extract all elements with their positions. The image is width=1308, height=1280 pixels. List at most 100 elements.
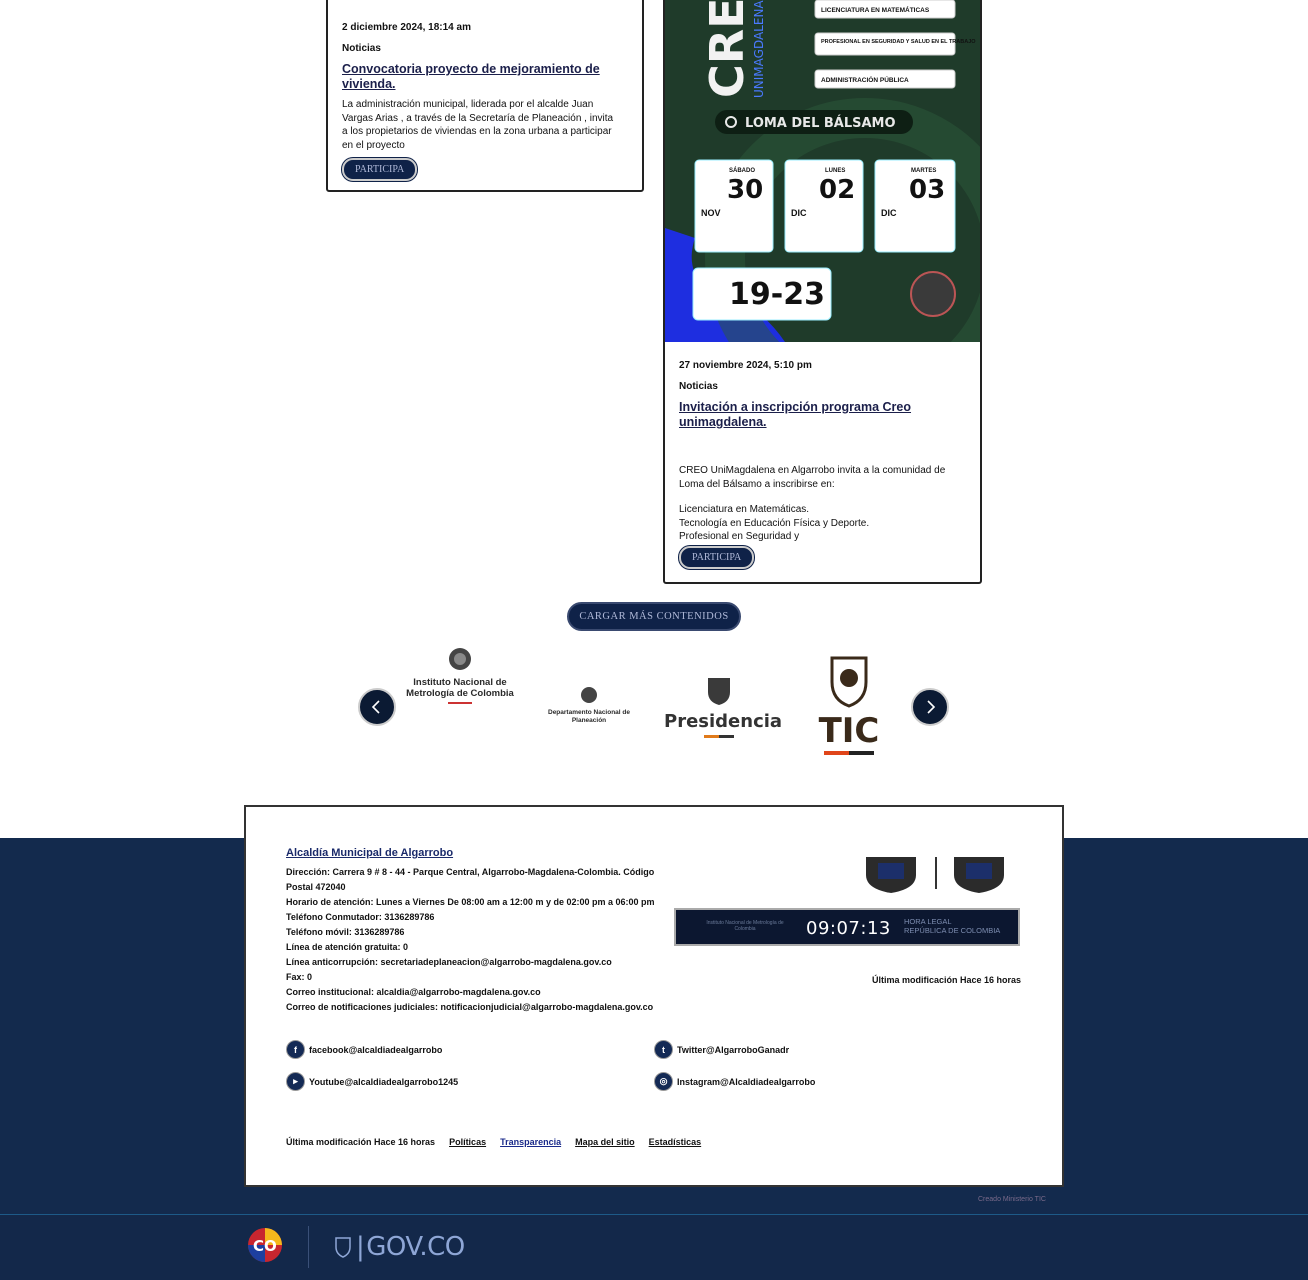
poster-range: 19-23 — [692, 267, 832, 321]
logo-dnp[interactable]: Departamento Nacional de Planeación — [545, 686, 633, 725]
svg-text:ADMINISTRACIÓN PÚBLICA: ADMINISTRACIÓN PÚBLICA — [821, 75, 909, 84]
svg-text:MARTES: MARTES — [911, 168, 936, 174]
poster-graphic: CREO UNIMAGDALENA EN ALGARROBO LICENCIAT… — [665, 0, 980, 342]
shield-icon — [449, 648, 471, 670]
card-summary-line: Vargas Arias , a través de la Secretaría… — [342, 112, 614, 124]
card-program-line: Licenciatura en Matemáticas. — [679, 504, 810, 515]
co-logo-text: CO — [253, 1237, 277, 1255]
shield-icon — [335, 1237, 351, 1258]
participa-button[interactable]: PARTICIPA — [342, 158, 418, 181]
svg-text:30: 30 — [727, 175, 763, 205]
svg-text:DIC: DIC — [881, 208, 897, 218]
poster-seal-icon — [910, 271, 956, 317]
logo-inm-label: Instituto Nacional de Metrología de Colo… — [406, 677, 514, 699]
govco-bar — [0, 1214, 1308, 1280]
svg-text:DIC: DIC — [791, 208, 807, 218]
footer-contact-info: Dirección: Carrera 9 # 8 - 44 - Parque C… — [286, 865, 670, 1015]
card-date: 2 diciembre 2024, 18:14 am — [342, 22, 471, 33]
shield-icon — [866, 857, 916, 893]
credit-mintic[interactable]: Creado Ministerio TIC — [978, 1196, 1046, 1203]
poster-program-2: PROFESIONAL EN SEGURIDAD Y SALUD EN EL T… — [814, 32, 976, 56]
social-twitter-label: Twitter@AlgarroboGanadr — [677, 1044, 790, 1055]
load-more-button[interactable]: CARGAR MÁS CONTENIDOS — [567, 602, 741, 631]
footer-email: Correo institucional: alcaldia@algarrobo… — [286, 987, 541, 997]
svg-text:SÁBADO: SÁBADO — [729, 167, 755, 174]
govco-separator: | — [356, 1232, 365, 1262]
news-card-vivienda: 2 diciembre 2024, 18:14 am Noticias Conv… — [326, 0, 644, 192]
chevron-right-icon — [927, 700, 936, 714]
card-program-line: Profesional en Seguridad y — [679, 531, 800, 542]
shield-icon — [830, 656, 868, 708]
participa-button[interactable]: PARTICIPA — [679, 545, 755, 569]
shield-icon — [581, 687, 597, 703]
logo-inm[interactable]: Instituto Nacional de Metrología de Colo… — [398, 646, 522, 704]
poster-location: LOMA DEL BÁLSAMO — [715, 110, 913, 134]
card-date: 27 noviembre 2024, 5:10 pm — [679, 360, 812, 371]
social-facebook[interactable]: f facebook@alcaldiadealgarrobo — [286, 1040, 442, 1059]
card-summary-line: Loma del Bálsamo a inscribirse en: — [679, 478, 835, 490]
co-logo[interactable]: CO — [246, 1226, 286, 1264]
clock-label-1: HORA LEGAL — [904, 917, 952, 926]
last-modified-right: Última modificación Hace 16 horas — [872, 975, 1022, 985]
poster-brand: CREO — [700, 0, 754, 98]
footer-anticorruption: Línea anticorrupción: secretariadeplanea… — [286, 957, 612, 967]
card-category: Noticias — [679, 381, 718, 392]
clock-institute: Instituto Nacional de Metrología de Colo… — [706, 920, 784, 932]
poster-image: CREO UNIMAGDALENA EN ALGARROBO LICENCIAT… — [665, 0, 980, 342]
link-mapa-del-sitio[interactable]: Mapa del sitio — [575, 1137, 635, 1147]
flag-bar — [824, 751, 874, 755]
card-summary-line: en el proyecto — [342, 139, 405, 151]
social-instagram-label: Instagram@Alcaldiadealgarrobo — [677, 1076, 816, 1087]
logo-presidencia[interactable]: Presidencia — [664, 674, 783, 738]
last-modified: Última modificación Hace 16 horas — [286, 1137, 436, 1147]
link-transparencia[interactable]: Transparencia — [500, 1137, 561, 1147]
twitter-icon: t — [654, 1040, 673, 1059]
shield-icon — [708, 678, 730, 705]
footer-title[interactable]: Alcaldía Municipal de Algarrobo — [286, 847, 453, 859]
svg-text:NOV: NOV — [701, 208, 721, 218]
footer-bottom-links: Última modificación Hace 16 horas Políti… — [286, 1137, 701, 1147]
social-twitter[interactable]: t Twitter@AlgarroboGanadr — [654, 1040, 789, 1059]
poster-date-2: 02 DIC LUNES — [784, 159, 864, 253]
svg-text:LOMA DEL BÁLSAMO: LOMA DEL BÁLSAMO — [745, 115, 896, 131]
svg-text:03: 03 — [909, 175, 945, 205]
logo-tic-label: TIC — [818, 711, 880, 751]
social-youtube-label: Youtube@alcaldiadealgarrobo1245 — [309, 1076, 459, 1087]
youtube-icon: ▸ — [286, 1072, 305, 1091]
link-politicas[interactable]: Políticas — [449, 1137, 486, 1147]
carousel-next-button[interactable] — [911, 688, 949, 726]
clock-label-2: REPÚBLICA DE COLOMBIA — [904, 926, 1001, 935]
card-title-link[interactable]: Convocatoria proyecto de mejoramiento de… — [342, 62, 628, 92]
chevron-left-icon — [371, 700, 380, 714]
shield-icon — [954, 857, 1004, 893]
card-program-line: Tecnología en Educación Física y Deporte… — [679, 517, 870, 529]
svg-text:19-23: 19-23 — [729, 277, 825, 312]
social-facebook-label: facebook@alcaldiadealgarrobo — [309, 1044, 443, 1055]
card-summary-line: La administración municipal, liderada po… — [342, 99, 594, 110]
govco-logo[interactable]: | GOV.CO — [334, 1232, 465, 1262]
instagram-icon: ◎ — [654, 1072, 673, 1091]
clock-label: HORA LEGAL REPÚBLICA DE COLOMBIA — [904, 917, 1000, 935]
footer-phone: Teléfono Conmutador: 3136289786 — [286, 912, 435, 922]
footer-mobile: Teléfono móvil: 3136289786 — [286, 927, 405, 937]
poster-date-3: 03 DIC MARTES — [874, 159, 956, 253]
facebook-icon: f — [286, 1040, 305, 1059]
footer-shields — [866, 857, 1004, 893]
govbar-divider — [308, 1226, 309, 1268]
poster-program-1: LICENCIATURA EN MATEMÁTICAS — [814, 0, 956, 19]
card-summary-line: CREO UniMagdalena en Algarrobo invita a … — [679, 465, 946, 476]
card-category: Noticias — [342, 43, 381, 54]
footer-address: Dirección: Carrera 9 # 8 - 44 - Parque C… — [286, 867, 655, 892]
footer-hours: Horario de atención: Lunes a Viernes De … — [286, 897, 655, 907]
carousel-prev-button[interactable] — [358, 688, 396, 726]
link-estadisticas[interactable]: Estadísticas — [649, 1137, 702, 1147]
logo-tic[interactable]: TIC — [818, 652, 880, 755]
social-youtube[interactable]: ▸ Youtube@alcaldiadealgarrobo1245 — [286, 1072, 458, 1091]
svg-text:LUNES: LUNES — [825, 168, 845, 174]
card-summary: CREO UniMagdalena en Algarrobo invita a … — [679, 464, 966, 544]
card-title-link[interactable]: Invitación a inscripción programa Creo u… — [679, 400, 966, 430]
logo-presidencia-label: Presidencia — [664, 711, 783, 732]
footer-fax: Fax: 0 — [286, 972, 313, 982]
social-instagram[interactable]: ◎ Instagram@Alcaldiadealgarrobo — [654, 1072, 815, 1091]
govco-text: GOV.CO — [366, 1232, 465, 1262]
